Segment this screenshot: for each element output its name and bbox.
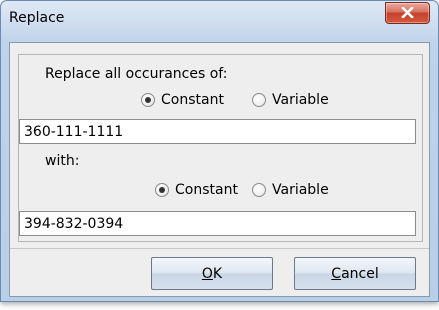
title-bar[interactable]: Replace <box>1 1 438 41</box>
cancel-label: ancel <box>341 265 379 282</box>
replace-variable-label: Variable <box>272 182 329 198</box>
find-variable-label: Variable <box>272 92 329 108</box>
find-constant-label: Constant <box>161 92 224 108</box>
replace-label: with: <box>45 153 80 169</box>
find-label: Replace all occurances of: <box>45 66 228 82</box>
replace-variable-radio[interactable]: Variable <box>252 180 329 200</box>
ok-mnemonic: O <box>201 265 213 282</box>
find-constant-radio[interactable]: Constant <box>141 90 224 110</box>
ok-label: K <box>212 265 223 282</box>
ok-button[interactable]: OK <box>151 257 273 290</box>
replace-constant-label: Constant <box>175 182 238 198</box>
find-constant-radio-button[interactable] <box>141 93 155 107</box>
find-variable-radio[interactable]: Variable <box>252 90 329 110</box>
replace-input[interactable] <box>19 211 416 236</box>
replace-variable-radio-button[interactable] <box>252 183 266 197</box>
dialog-content: Replace all occurances of: Constant Vari… <box>9 42 430 297</box>
replace-dialog: Replace Replace all occurances of: Const… <box>0 0 439 302</box>
close-icon <box>401 7 414 18</box>
close-button[interactable] <box>385 2 430 24</box>
replace-constant-radio-button[interactable] <box>155 183 169 197</box>
replace-constant-radio[interactable]: Constant <box>155 180 238 200</box>
find-variable-radio-button[interactable] <box>252 93 266 107</box>
cancel-button[interactable]: Cancel <box>294 257 416 290</box>
window-title: Replace <box>9 10 65 26</box>
form-panel: Replace all occurances of: Constant Vari… <box>18 54 423 242</box>
button-separator <box>10 248 429 249</box>
find-input[interactable] <box>19 119 416 144</box>
cancel-mnemonic: C <box>331 265 342 282</box>
